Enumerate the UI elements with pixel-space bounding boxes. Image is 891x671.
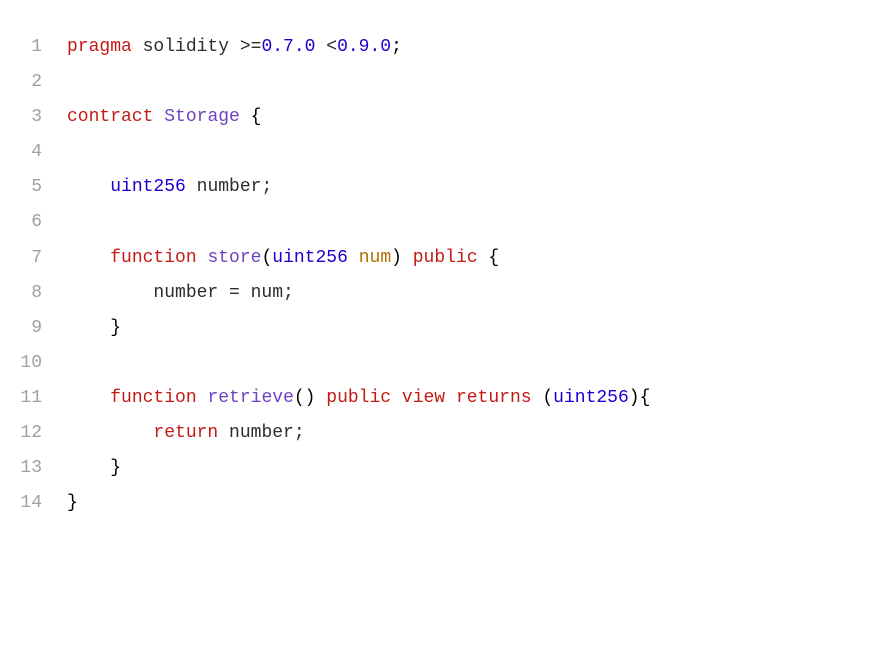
code-token: < xyxy=(315,37,337,57)
code-line xyxy=(67,65,650,100)
line-number: 5 xyxy=(20,170,42,205)
code-line: } xyxy=(67,486,650,521)
code-line xyxy=(67,205,650,240)
code-token: public xyxy=(326,388,391,408)
code-token: function xyxy=(110,388,196,408)
line-number: 7 xyxy=(20,241,42,276)
code-token xyxy=(153,107,164,127)
code-token: number = num; xyxy=(67,283,294,303)
line-number: 6 xyxy=(20,205,42,240)
code-token: >= xyxy=(229,37,261,57)
code-token: return xyxy=(153,423,218,443)
line-number: 11 xyxy=(20,381,42,416)
code-token: 0.9.0 xyxy=(337,37,391,57)
line-number: 4 xyxy=(20,135,42,170)
code-line: contract Storage { xyxy=(67,100,650,135)
code-token: num xyxy=(359,248,391,268)
line-number: 1 xyxy=(20,30,42,65)
code-line: return number; xyxy=(67,416,650,451)
code-token xyxy=(67,388,110,408)
code-token: returns xyxy=(456,388,532,408)
line-number: 14 xyxy=(20,486,42,521)
code-token xyxy=(132,37,143,57)
code-token: ){ xyxy=(629,388,651,408)
line-number: 12 xyxy=(20,416,42,451)
code-token: contract xyxy=(67,107,153,127)
line-number: 2 xyxy=(20,65,42,100)
code-token: view xyxy=(402,388,445,408)
code-token xyxy=(67,177,110,197)
code-token: } xyxy=(67,458,121,478)
code-token: solidity xyxy=(143,37,229,57)
code-token: retrieve xyxy=(207,388,293,408)
code-line: } xyxy=(67,451,650,486)
code-line: number = num; xyxy=(67,276,650,311)
code-line: pragma solidity >=0.7.0 <0.9.0; xyxy=(67,30,650,65)
code-token xyxy=(445,388,456,408)
code-token: } xyxy=(67,493,78,513)
code-token: () xyxy=(294,388,326,408)
code-line xyxy=(67,135,650,170)
code-token: uint256 xyxy=(553,388,629,408)
code-line: } xyxy=(67,311,650,346)
code-token: { xyxy=(240,107,262,127)
code-token: } xyxy=(67,318,121,338)
code-line: function store(uint256 num) public { xyxy=(67,241,650,276)
code-token: number; xyxy=(218,423,304,443)
code-token: uint256 xyxy=(110,177,186,197)
code-token: Storage xyxy=(164,107,240,127)
code-token xyxy=(67,423,153,443)
code-token: ( xyxy=(261,248,272,268)
code-token: store xyxy=(207,248,261,268)
code-token xyxy=(197,388,208,408)
line-number: 9 xyxy=(20,311,42,346)
code-block: 1234567891011121314 pragma solidity >=0.… xyxy=(20,30,871,521)
line-number: 8 xyxy=(20,276,42,311)
code-token xyxy=(197,248,208,268)
line-number: 13 xyxy=(20,451,42,486)
code-token xyxy=(67,248,110,268)
code-line: uint256 number; xyxy=(67,170,650,205)
code-token: ) xyxy=(391,248,413,268)
code-token: number; xyxy=(186,177,272,197)
code-token xyxy=(348,248,359,268)
code-token: function xyxy=(110,248,196,268)
code-token: { xyxy=(478,248,500,268)
code-token: ; xyxy=(391,37,402,57)
line-number: 3 xyxy=(20,100,42,135)
line-number: 10 xyxy=(20,346,42,381)
source-code: pragma solidity >=0.7.0 <0.9.0; contract… xyxy=(67,30,650,521)
code-line: function retrieve() public view returns … xyxy=(67,381,650,416)
code-token: 0.7.0 xyxy=(261,37,315,57)
line-number-gutter: 1234567891011121314 xyxy=(20,30,67,521)
code-token: uint256 xyxy=(272,248,348,268)
code-token: pragma xyxy=(67,37,132,57)
code-line xyxy=(67,346,650,381)
code-token xyxy=(391,388,402,408)
code-token: ( xyxy=(532,388,554,408)
code-token: public xyxy=(413,248,478,268)
